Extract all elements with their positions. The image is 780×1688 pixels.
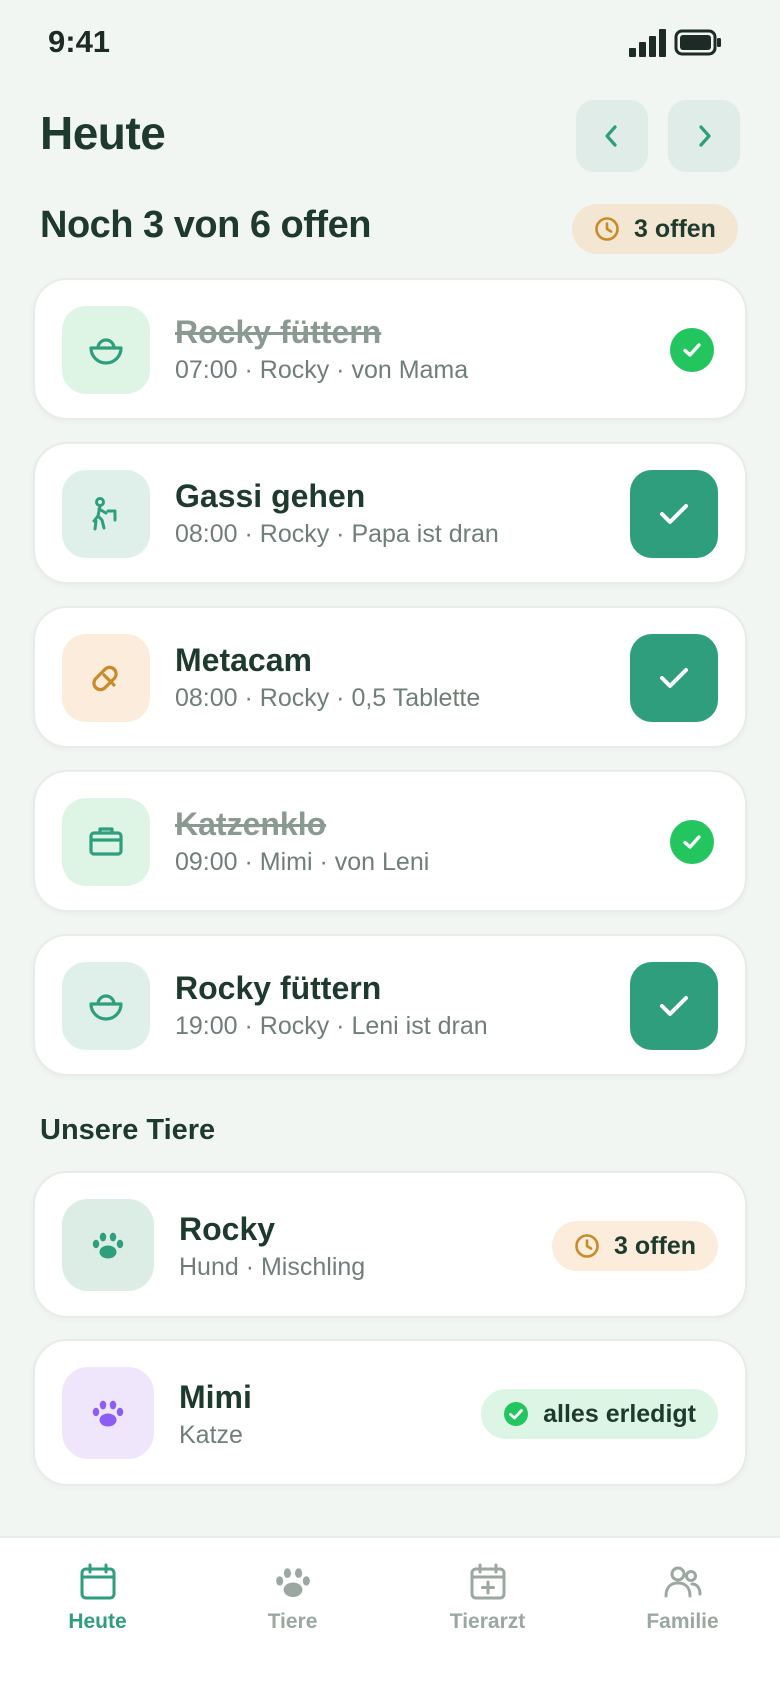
- complete-task-button[interactable]: [630, 962, 718, 1050]
- paw-icon: [92, 1232, 124, 1259]
- task-title: Metacam: [175, 642, 312, 678]
- task-card[interactable]: Gassi gehen 08:00 · Rocky · Papa ist dra…: [33, 442, 747, 584]
- clock-icon: [575, 1234, 599, 1258]
- bowl-icon: [89, 994, 123, 1021]
- task-title: Rocky füttern: [175, 970, 382, 1006]
- open-tasks-summary: Noch 3 von 6 offen: [40, 204, 371, 246]
- tab-familie[interactable]: Familie: [585, 1538, 780, 1658]
- walking-icon: [92, 497, 117, 531]
- open-count-label: 3 offen: [634, 214, 716, 243]
- people-icon: [664, 1566, 701, 1598]
- complete-task-button[interactable]: [630, 634, 718, 722]
- pet-name: Mimi: [179, 1379, 252, 1415]
- bowl-icon: [89, 338, 123, 365]
- pill-icon: [92, 665, 118, 692]
- pet-card-mimi[interactable]: Mimi Katze alles erledigt: [33, 1339, 747, 1486]
- checkmark-icon: [660, 668, 688, 688]
- pet-status-badge: alles erledigt: [481, 1389, 718, 1439]
- task-subtitle: 09:00 · Mimi · von Leni: [175, 848, 430, 876]
- bottom-tab-bar: Heute Tiere Tierarzt Familie: [0, 1536, 780, 1688]
- calendar-plus-icon: [470, 1563, 505, 1600]
- task-icon-container: [62, 962, 150, 1050]
- done-check-icon[interactable]: [670, 820, 714, 864]
- checkmark-icon: [660, 504, 688, 524]
- page-title: Heute: [40, 107, 166, 159]
- litter-box-icon: [89, 827, 123, 856]
- section-title: Unsere Tiere: [40, 1114, 216, 1146]
- open-count-badge: 3 offen: [572, 204, 738, 254]
- task-subtitle: 08:00 · Rocky · 0,5 Tablette: [175, 684, 481, 712]
- task-card[interactable]: Metacam 08:00 · Rocky · 0,5 Tablette: [33, 606, 747, 748]
- task-icon-container: [62, 634, 150, 722]
- task-icon-container: [62, 470, 150, 558]
- tab-label: Heute: [68, 1610, 127, 1633]
- pet-status-label: alles erledigt: [543, 1399, 696, 1428]
- pet-status-label: 3 offen: [614, 1231, 696, 1260]
- paw-icon: [92, 1400, 124, 1427]
- previous-day-button[interactable]: [576, 100, 648, 172]
- task-card[interactable]: Rocky füttern 19:00 · Rocky · Leni ist d…: [33, 934, 747, 1076]
- paw-icon: [275, 1568, 310, 1597]
- task-icon-container: [62, 306, 150, 394]
- task-subtitle: 19:00 · Rocky · Leni ist dran: [175, 1012, 488, 1040]
- calendar-icon: [80, 1563, 115, 1600]
- pet-name: Rocky: [179, 1211, 276, 1247]
- task-title: Katzenklo: [175, 806, 327, 842]
- checkmark-icon: [660, 996, 688, 1016]
- status-time: 9:41: [48, 24, 111, 59]
- check-circle-icon: [504, 1402, 529, 1426]
- clock-icon: [595, 217, 619, 241]
- signal-icon: [629, 29, 667, 57]
- task-subtitle: 08:00 · Rocky · Papa ist dran: [175, 520, 499, 548]
- tab-tierarzt[interactable]: Tierarzt: [390, 1538, 585, 1658]
- pet-subtitle: Katze: [179, 1421, 243, 1449]
- battery-icon: [674, 29, 721, 56]
- task-subtitle: 07:00 · Rocky · von Mama: [175, 356, 469, 384]
- tab-label: Familie: [646, 1610, 719, 1633]
- status-bar: 9:41: [0, 0, 780, 86]
- next-day-button[interactable]: [668, 100, 740, 172]
- tab-label: Tiere: [267, 1610, 318, 1633]
- task-title: Rocky füttern: [175, 314, 382, 350]
- tab-heute[interactable]: Heute: [0, 1538, 195, 1658]
- task-card[interactable]: Katzenklo 09:00 · Mimi · von Leni: [33, 770, 747, 912]
- chevron-right-icon: [699, 125, 711, 147]
- tab-label: Tierarzt: [449, 1610, 526, 1633]
- complete-task-button[interactable]: [630, 470, 718, 558]
- tab-tiere[interactable]: Tiere: [195, 1538, 390, 1658]
- task-icon-container: [62, 798, 150, 886]
- pet-avatar: [62, 1367, 154, 1459]
- pet-card-rocky[interactable]: Rocky Hund · Mischling 3 offen: [33, 1171, 747, 1318]
- chevron-left-icon: [605, 125, 617, 147]
- done-check-icon[interactable]: [670, 328, 714, 372]
- task-card[interactable]: Rocky füttern 07:00 · Rocky · von Mama: [33, 278, 747, 420]
- pet-status-badge: 3 offen: [552, 1221, 718, 1271]
- pet-subtitle: Hund · Mischling: [179, 1253, 366, 1281]
- task-title: Gassi gehen: [175, 478, 366, 514]
- pet-avatar: [62, 1199, 154, 1291]
